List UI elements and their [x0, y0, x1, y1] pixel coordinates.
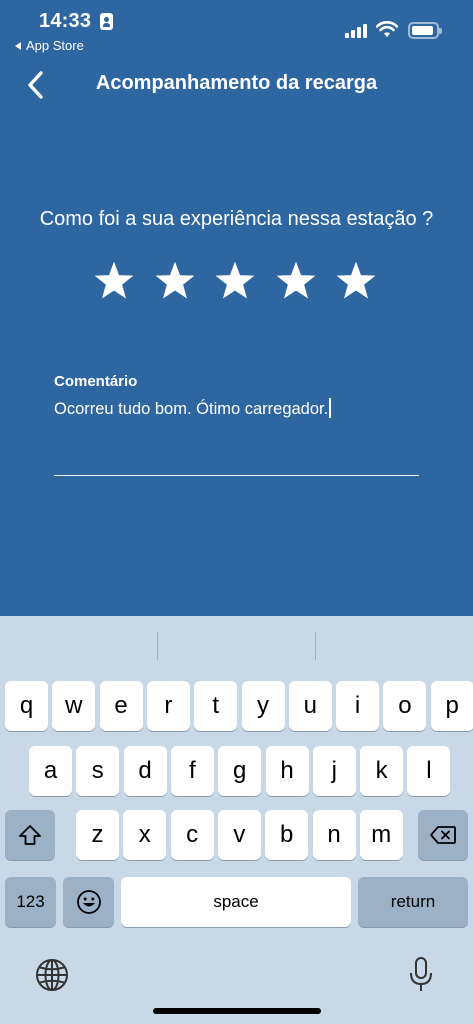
key-a[interactable]: a: [29, 746, 72, 796]
key-d[interactable]: d: [123, 746, 167, 796]
key-h[interactable]: h: [265, 746, 309, 796]
numbers-key[interactable]: 123: [5, 877, 56, 927]
suggestion-divider: [315, 632, 316, 660]
shift-icon: [19, 825, 41, 845]
battery-icon: [408, 22, 442, 39]
star-icon[interactable]: [216, 262, 254, 300]
shift-key[interactable]: [5, 810, 55, 860]
backspace-key[interactable]: [418, 810, 468, 860]
star-icon[interactable]: [337, 262, 375, 300]
key-v[interactable]: v: [217, 810, 261, 860]
key-p[interactable]: p: [430, 681, 473, 731]
return-key-label: return: [390, 892, 436, 911]
key-k[interactable]: k: [360, 746, 404, 796]
back-app-label: App Store: [26, 38, 84, 53]
key-m[interactable]: m: [359, 810, 403, 860]
key-z[interactable]: z: [76, 810, 119, 860]
comment-value: Ocorreu tudo bom. Ótimo carregador.: [54, 400, 329, 418]
key-b[interactable]: b: [265, 810, 309, 860]
emoji-key[interactable]: [63, 877, 114, 927]
status-bar: 14:33 App Store: [0, 0, 473, 58]
key-i[interactable]: i: [336, 681, 380, 731]
key-r[interactable]: r: [146, 681, 190, 731]
cellular-signal-icon: [345, 22, 369, 38]
key-o[interactable]: o: [383, 681, 427, 731]
keyboard: 123 space return qwertyuiop asdfghjkl zxcv…: [0, 616, 473, 1024]
suggestion-divider: [157, 632, 158, 660]
key-c[interactable]: c: [170, 810, 214, 860]
text-caret: [329, 398, 332, 418]
space-key-label: space: [213, 892, 259, 911]
return-key[interactable]: return: [358, 877, 468, 927]
microphone-icon[interactable]: [408, 956, 434, 994]
globe-icon[interactable]: [35, 958, 69, 992]
key-e[interactable]: e: [99, 681, 143, 731]
status-time: 14:33: [39, 10, 92, 32]
home-indicator[interactable]: [153, 1008, 321, 1014]
key-l[interactable]: l: [407, 746, 451, 796]
page-title: Acompanhamento da recarga: [95, 72, 378, 94]
key-t[interactable]: t: [194, 681, 238, 731]
emoji-icon: [76, 890, 101, 914]
key-n[interactable]: n: [312, 810, 356, 860]
key-f[interactable]: f: [170, 746, 214, 796]
comment-label: Comentário: [54, 373, 138, 390]
key-j[interactable]: j: [312, 746, 356, 796]
space-key[interactable]: space: [121, 877, 351, 927]
key-y[interactable]: y: [241, 681, 285, 731]
key-s[interactable]: s: [76, 746, 120, 796]
backspace-icon: [430, 826, 456, 844]
key-u[interactable]: u: [288, 681, 332, 731]
star-icon[interactable]: [155, 262, 194, 300]
wifi-icon: [376, 21, 398, 37]
contact-card-icon: [100, 13, 113, 30]
numbers-key-label: 123: [16, 892, 45, 911]
comment-input[interactable]: Ocorreu tudo bom. Ótimo carregador.: [54, 398, 419, 476]
key-w[interactable]: w: [52, 681, 96, 731]
key-q[interactable]: q: [5, 681, 48, 731]
suggestion-bar[interactable]: [0, 616, 473, 670]
star-icon[interactable]: [95, 262, 133, 300]
back-triangle-icon: [15, 41, 21, 50]
rating-question: Como foi a sua experiência nessa estação…: [39, 208, 434, 230]
star-icon[interactable]: [276, 262, 315, 300]
key-g[interactable]: g: [218, 746, 262, 796]
star-rating[interactable]: [95, 262, 385, 302]
back-to-app-store-link[interactable]: App Store: [15, 38, 84, 53]
key-x[interactable]: x: [123, 810, 167, 860]
